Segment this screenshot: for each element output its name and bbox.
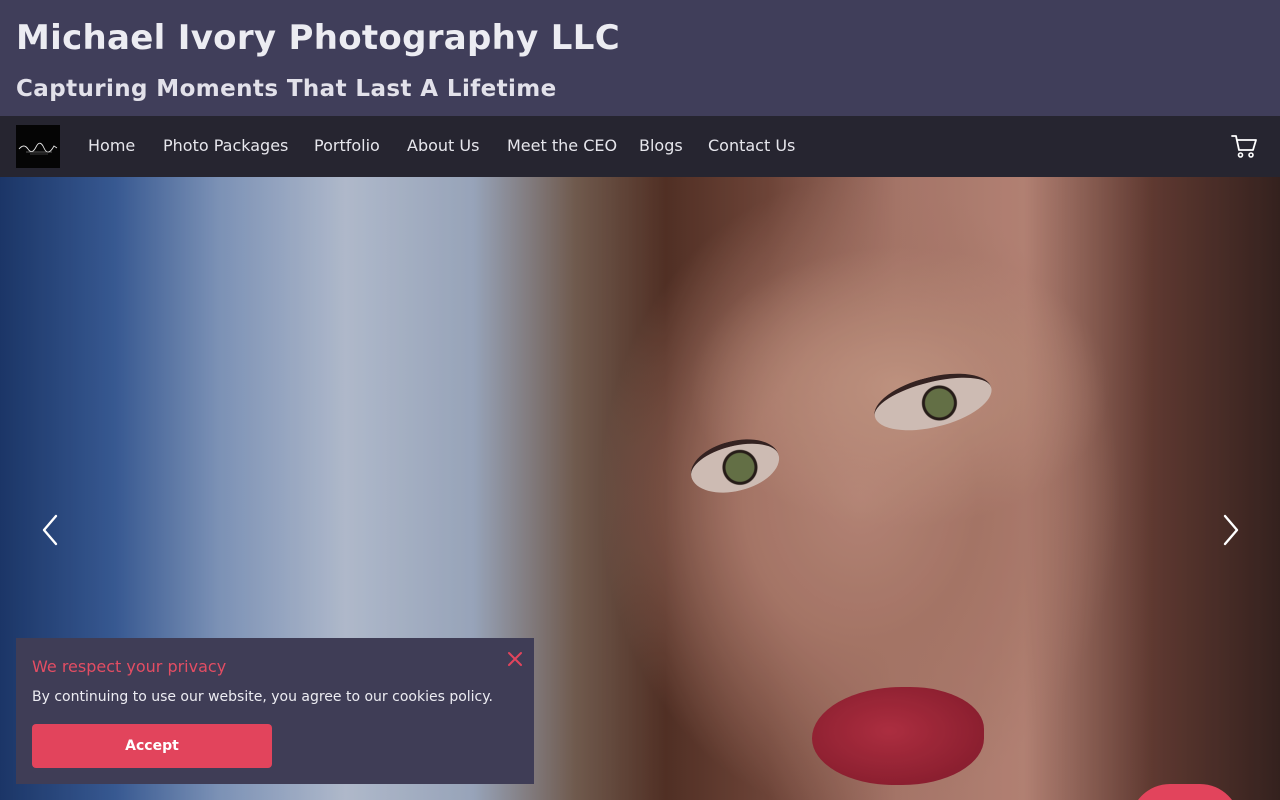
cookie-message: By continuing to use our website, you ag…	[32, 689, 493, 705]
cookie-title: We respect your privacy	[32, 657, 227, 676]
cookie-consent-banner: We respect your privacy By continuing to…	[16, 638, 534, 784]
accept-button[interactable]: Accept	[32, 724, 272, 768]
nav-item-about-us[interactable]: About Us	[407, 136, 479, 155]
nav-item-blogs[interactable]: Blogs	[639, 136, 683, 155]
main-navigation: Home Photo Packages Portfolio About Us M…	[0, 116, 1280, 177]
chevron-right-icon[interactable]	[1215, 512, 1245, 548]
shopping-cart-icon[interactable]	[1230, 132, 1258, 160]
nav-item-contact-us[interactable]: Contact Us	[708, 136, 795, 155]
logo-signature-icon	[18, 142, 58, 155]
site-tagline: Capturing Moments That Last A Lifetime	[16, 76, 557, 102]
business-logo[interactable]	[16, 125, 60, 168]
nav-item-home[interactable]: Home	[88, 136, 135, 155]
nav-item-meet-the-ceo[interactable]: Meet the CEO	[507, 136, 617, 155]
chevron-left-icon[interactable]	[36, 512, 66, 548]
site-header: Michael Ivory Photography LLC Capturing …	[0, 0, 1280, 116]
site-title: Michael Ivory Photography LLC	[16, 18, 620, 58]
close-icon[interactable]	[505, 649, 525, 669]
nav-item-portfolio[interactable]: Portfolio	[314, 136, 380, 155]
nav-item-photo-packages[interactable]: Photo Packages	[163, 136, 288, 155]
